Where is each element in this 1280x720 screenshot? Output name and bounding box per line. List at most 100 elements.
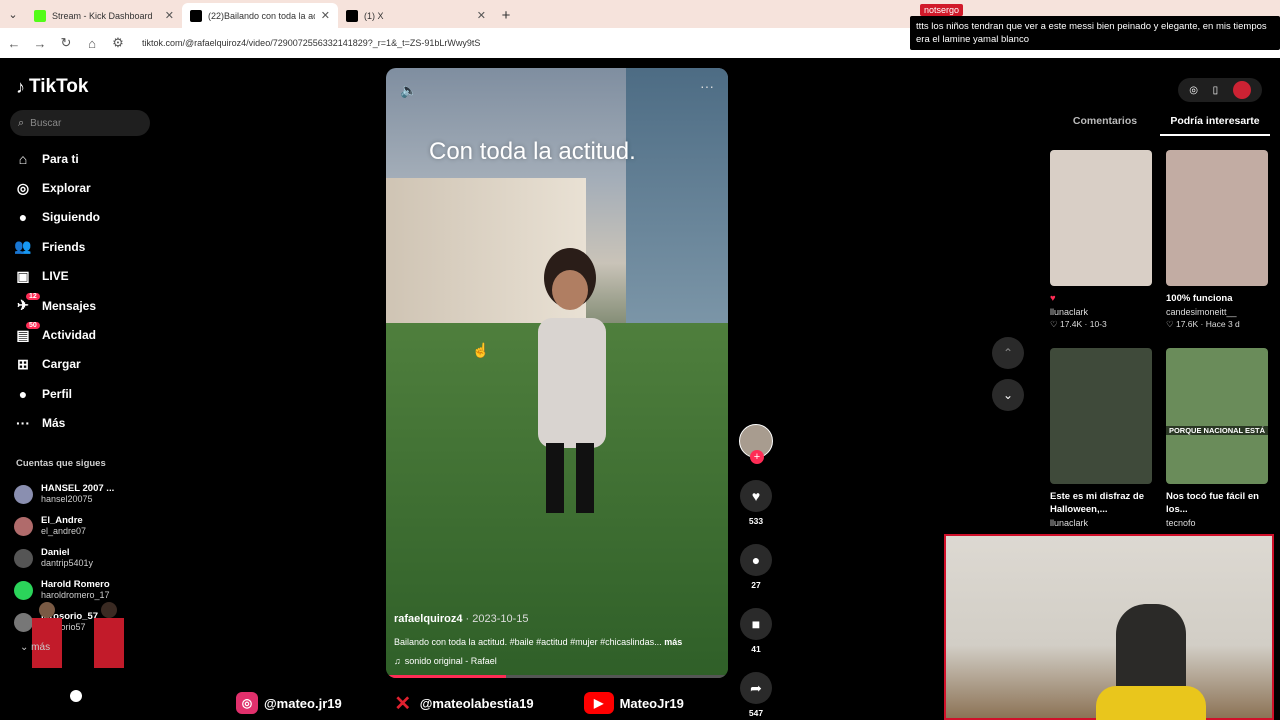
close-tab-icon[interactable]: ✕ [165, 9, 174, 22]
instagram-icon: ◎ [236, 692, 258, 714]
notification-badge: 50 [26, 322, 40, 330]
home-icon: ⌂ [18, 150, 28, 167]
video-player[interactable]: Con toda la actitud. 🔈 ··· rafaelquiroz4… [386, 68, 728, 678]
card-author[interactable]: llunaclark [1050, 518, 1152, 528]
nav-item-siguiendo[interactable]: ● Siguiendo [14, 203, 100, 232]
nav-item-live[interactable]: ▣ LIVE [14, 262, 100, 291]
save-button[interactable]: ■ [740, 608, 772, 640]
tab-title: Stream - Kick Dashboard [52, 10, 153, 21]
video-thumbnail[interactable] [1166, 150, 1268, 286]
following-item[interactable]: El_Andre el_andre07 [14, 510, 114, 542]
back-icon[interactable]: ← [6, 36, 22, 51]
recommended-card[interactable]: 100% funciona candesimoneitt__ ♡ 17.6K · H… [1166, 150, 1268, 330]
more-icon: ··· [16, 415, 30, 432]
new-tab-button[interactable]: + [494, 7, 518, 24]
notification-badge: 12 [26, 292, 40, 300]
sound-name[interactable]: sonido original - Rafael [405, 656, 497, 666]
user-avatar-icon[interactable] [1232, 81, 1251, 99]
share-count: 547 [748, 708, 764, 718]
home-icon[interactable]: ⌂ [84, 36, 100, 51]
nav-item-explorar[interactable]: ◎ Explorar [14, 173, 100, 202]
tab-list-chevron-icon[interactable]: ⌄ [0, 0, 26, 28]
x-logo-icon: ✕ [394, 692, 412, 715]
site-info-icon[interactable]: ⚙ [110, 35, 126, 51]
nav-label: Más [42, 416, 66, 431]
share-button[interactable]: ➦ [740, 672, 772, 704]
live-icon: ▣ [16, 267, 30, 284]
nav-item-cargar[interactable]: ⊞ Cargar [14, 350, 100, 379]
instagram-text: @mateo.jr19 [264, 695, 342, 711]
chat-message: ttts los niños tendran que ver a este me… [916, 21, 1267, 45]
recommended-card[interactable]: ♥ llunaclark ♡ 17.4K · 10-3 [1050, 150, 1152, 330]
nav-item-friends[interactable]: 👥 Friends [14, 232, 100, 261]
comment-button[interactable]: ● [740, 544, 772, 576]
social-handles-bar: ◎ @mateo.jr19 ✕ @mateolabestia19 ▶ Mateo… [236, 692, 684, 715]
streamer-shirt [1096, 686, 1206, 720]
card-author[interactable]: candesimoneitt__ [1166, 307, 1268, 317]
url-field[interactable]: tiktok.com/@rafaelquiroz4/video/72900725… [142, 38, 480, 48]
card-author[interactable]: tecnofo [1166, 518, 1268, 528]
description-more-link[interactable]: más [664, 637, 682, 647]
nav-item-mensajes[interactable]: ✈ 12 Mensajes [14, 291, 100, 320]
browser-tab-tiktok[interactable]: (22)Bailando con toda la ac ✕ [182, 3, 338, 28]
following-item[interactable]: Daniel dantrip5401y [14, 542, 114, 574]
browser-tab-kick[interactable]: Stream - Kick Dashboard ✕ [26, 3, 182, 28]
youtube-handle: ▶ MateoJr19 [583, 692, 684, 714]
video-progress-bar[interactable] [386, 675, 728, 678]
video-thumbnail[interactable]: PORQUE NACIONAL ESTÁ [1166, 348, 1268, 484]
avatar [14, 484, 33, 504]
search-placeholder: Buscar [30, 117, 62, 129]
close-tab-icon[interactable]: ✕ [321, 9, 330, 22]
nav-item-para-ti[interactable]: ⌂ Para ti [14, 144, 100, 173]
tab-recommended[interactable]: Podría interesarte [1160, 110, 1270, 136]
previous-video-button[interactable]: ⌃ [992, 337, 1024, 369]
chevron-down-icon: ⌄ [1002, 388, 1014, 402]
chat-username: notsergo [920, 4, 964, 16]
author-name[interactable]: rafaelquiroz4 [394, 613, 462, 625]
phone-icon[interactable]: ▯ [1213, 85, 1219, 96]
compass-icon[interactable]: ◎ [1189, 85, 1198, 96]
video-thumbnail[interactable] [1050, 150, 1152, 286]
nav-item-más[interactable]: ··· Más [14, 409, 100, 438]
following-item[interactable]: HANSEL 2007 ... hansel20075 [14, 478, 114, 510]
tiktok-note-icon: ♪ [16, 76, 25, 97]
search-icon: ⌕ [18, 116, 25, 129]
tab-title: (1) X [364, 10, 384, 21]
tab-comments[interactable]: Comentarios [1050, 110, 1160, 136]
forward-icon[interactable]: → [32, 36, 48, 51]
webcam-overlay [944, 534, 1274, 720]
player-head [101, 602, 117, 618]
see-more-following[interactable]: ⌄ más [20, 642, 50, 653]
tiktok-logo[interactable]: ♪ TikTok [16, 76, 88, 98]
following-handle: el_andre07 [41, 526, 87, 536]
volume-icon[interactable]: 🔈 [400, 82, 417, 99]
following-name: HANSEL 2007 ... [41, 483, 115, 494]
video-actions: + ♥ 533 ● 27 ■ 41 ➦ 547 [738, 424, 774, 718]
search-input[interactable]: ⌕ Buscar [10, 110, 150, 136]
nav-item-perfil[interactable]: ● Perfil [14, 379, 100, 408]
x-text: @mateolabestia19 [419, 695, 534, 711]
video-author[interactable]: rafaelquiroz4 · 2023-10-15 [394, 613, 529, 625]
main-nav: ⌂ Para ti ◎ Explorar ● Siguiendo 👥 Friends ▣ LIVE… [14, 144, 100, 438]
tab-title: (22)Bailando con toda la ac [208, 10, 315, 21]
description-text: Bailando con toda la actitud. #baile #ac… [394, 637, 662, 647]
right-panel-tabs: Comentarios Podría interesarte [1050, 110, 1270, 136]
close-tab-icon[interactable]: ✕ [477, 9, 486, 22]
following-avatar-icon: ● [18, 209, 28, 226]
reload-icon[interactable]: ↻ [58, 35, 74, 51]
video-thumbnail[interactable] [1050, 348, 1152, 484]
avatar [14, 548, 33, 568]
next-video-button[interactable]: ⌄ [992, 379, 1024, 411]
video-sound[interactable]: ♫ sonido original - Rafael [394, 656, 497, 666]
logo-text: TikTok [29, 76, 89, 97]
card-author[interactable]: llunaclark [1050, 307, 1152, 317]
nav-item-actividad[interactable]: ▤ 50 Actividad [14, 320, 100, 349]
recommended-card[interactable]: PORQUE NACIONAL ESTÁ Nos tocó fue fácil e… [1166, 348, 1268, 528]
follow-plus-icon[interactable]: + [750, 450, 764, 464]
recommended-card[interactable]: Este es mi disfraz de Halloween,... lluna… [1050, 348, 1152, 528]
browser-tab-x[interactable]: (1) X ✕ [338, 3, 494, 28]
video-more-icon[interactable]: ··· [700, 78, 714, 94]
author-avatar[interactable]: + [739, 424, 773, 464]
like-button[interactable]: ♥ [740, 480, 772, 512]
following-text: El_Andre el_andre07 [41, 515, 86, 537]
